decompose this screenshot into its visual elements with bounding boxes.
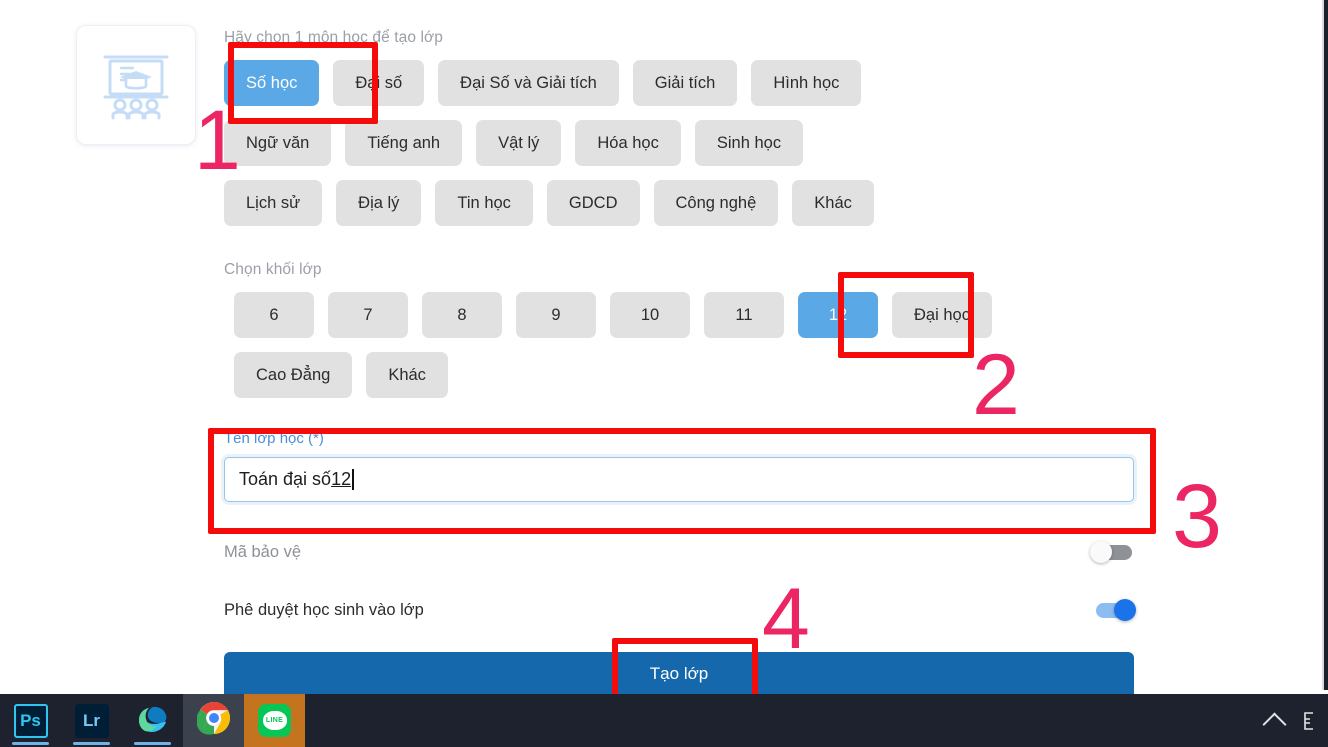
grade-chip-8[interactable]: 8 xyxy=(422,292,502,338)
create-class-button[interactable]: Tạo lớp xyxy=(224,652,1134,696)
grade-chip-11[interactable]: 11 xyxy=(704,292,784,338)
taskbar-empty-area xyxy=(305,694,1264,747)
grade-chip-7[interactable]: 7 xyxy=(328,292,408,338)
grade-chip-cao-đẳng[interactable]: Cao Đẳng xyxy=(234,352,353,398)
subject-chip-tin-học[interactable]: Tin học xyxy=(435,180,533,226)
line-icon: LINE xyxy=(258,704,291,737)
grade-chip-khác[interactable]: Khác xyxy=(366,352,448,398)
class-name-input[interactable]: Toán đại số 12 xyxy=(224,457,1134,502)
subject-chip-công-nghệ[interactable]: Công nghệ xyxy=(653,180,779,226)
tray-icon[interactable] xyxy=(1300,711,1318,731)
edge-icon xyxy=(136,701,170,740)
chrome-icon xyxy=(195,701,231,740)
windows-taskbar: Ps Lr LINE xyxy=(0,694,1328,747)
subject-chip-đại-số-và-giải-tích[interactable]: Đại Số và Giải tích xyxy=(438,60,619,106)
photoshop-icon: Ps xyxy=(13,703,48,738)
chevron-up-icon[interactable] xyxy=(1264,715,1284,726)
grade-section-heading: Chọn khối lớp xyxy=(224,261,322,278)
subject-chip-row: Ngữ văn Tiếng anh Vật lý Hóa học Sinh học xyxy=(224,120,874,166)
subject-chip-khác[interactable]: Khác xyxy=(792,180,874,226)
create-class-form: Hãy chọn 1 môn học để tạo lớp Số học Đại … xyxy=(224,0,1136,700)
grade-chip-grid: 6 7 8 9 10 11 12 Đại học Cao Đẳng Khác xyxy=(234,292,992,398)
subject-chip-ngữ-văn[interactable]: Ngữ văn xyxy=(224,120,332,166)
subject-chip-hình-học[interactable]: Hình học xyxy=(751,60,862,106)
subject-chip-hóa-học[interactable]: Hóa học xyxy=(575,120,681,166)
grade-chip-row: 6 7 8 9 10 11 12 Đại học xyxy=(234,292,992,338)
grade-chip-9[interactable]: 9 xyxy=(516,292,596,338)
class-name-label: Tên lớp học (*) xyxy=(224,430,324,447)
classroom-icon-card xyxy=(76,25,196,145)
grade-chip-row: Cao Đẳng Khác xyxy=(234,352,992,398)
subject-chip-sinh-học[interactable]: Sinh học xyxy=(694,120,804,166)
subject-chip-grid: Số học Đại số Đại Số và Giải tích Giải tích… xyxy=(224,60,874,226)
taskbar-item-line[interactable]: LINE xyxy=(244,694,305,747)
taskbar-item-chrome[interactable] xyxy=(183,694,244,747)
classroom-presentation-icon xyxy=(99,50,173,120)
subject-chip-vật-lý[interactable]: Vật lý xyxy=(476,120,562,166)
lightroom-icon: Lr xyxy=(74,703,109,738)
annotation-number-3: 3 xyxy=(1172,467,1223,567)
line-label: LINE xyxy=(262,711,287,730)
grade-chip-đại-học[interactable]: Đại học xyxy=(892,292,992,338)
protect-code-label: Mã bảo vệ xyxy=(224,542,302,561)
approve-students-label: Phê duyệt học sinh vào lớp xyxy=(224,600,424,619)
taskbar-item-edge[interactable] xyxy=(122,694,183,747)
grade-chip-6[interactable]: 6 xyxy=(234,292,314,338)
approve-students-toggle[interactable] xyxy=(1090,599,1136,621)
subject-chip-row: Số học Đại số Đại Số và Giải tích Giải tích… xyxy=(224,60,874,106)
subject-chip-gdcd[interactable]: GDCD xyxy=(546,180,640,226)
subject-chip-tiếng-anh[interactable]: Tiếng anh xyxy=(345,120,463,166)
approve-students-row: Phê duyệt học sinh vào lớp xyxy=(224,599,1136,621)
toggle-thumb xyxy=(1114,599,1136,621)
screen: Hãy chọn 1 môn học để tạo lớp Số học Đại … xyxy=(0,0,1328,747)
system-tray xyxy=(1264,694,1328,747)
grade-chip-12[interactable]: 12 xyxy=(798,292,878,338)
toggle-thumb xyxy=(1090,541,1112,563)
subject-chip-địa-lý[interactable]: Địa lý xyxy=(336,180,422,226)
class-name-block: Tên lớp học (*) Toán đại số 12 xyxy=(224,430,1140,502)
class-name-value: Toán đại số xyxy=(239,469,332,489)
taskbar-item-photoshop[interactable]: Ps xyxy=(0,694,61,747)
protect-code-toggle[interactable] xyxy=(1090,541,1136,563)
subject-chip-lịch-sử[interactable]: Lịch sử xyxy=(224,180,323,226)
subject-chip-số-học[interactable]: Số học xyxy=(224,60,320,106)
taskbar-item-lightroom[interactable]: Lr xyxy=(61,694,122,747)
subject-chip-giải-tích[interactable]: Giải tích xyxy=(632,60,738,106)
grade-chip-10[interactable]: 10 xyxy=(610,292,690,338)
desktop-right-strip xyxy=(1324,0,1328,690)
subject-chip-đại-số[interactable]: Đại số xyxy=(333,60,425,106)
class-name-suggestion: 12 xyxy=(331,469,352,489)
text-caret xyxy=(352,469,354,490)
subject-section-heading: Hãy chọn 1 môn học để tạo lớp xyxy=(224,29,443,46)
protect-code-row: Mã bảo vệ xyxy=(224,541,1136,563)
subject-chip-row: Lịch sử Địa lý Tin học GDCD Công nghệ Khác xyxy=(224,180,874,226)
